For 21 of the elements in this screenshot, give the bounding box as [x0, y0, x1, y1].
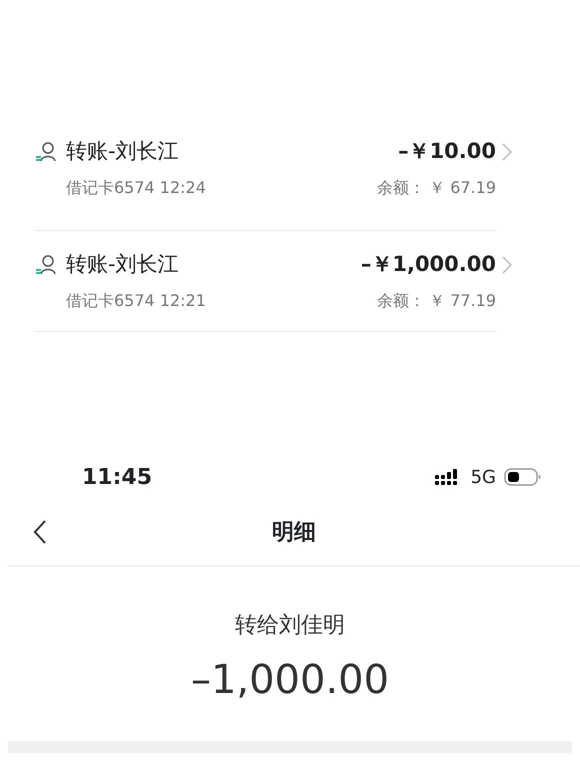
back-button[interactable]	[32, 519, 48, 545]
balance-label: 余额：	[377, 290, 426, 312]
detail-amount: –1,000.00	[190, 656, 390, 705]
status-time: 11:45	[82, 464, 152, 492]
card-time-text: 借记卡6574 12:24	[66, 176, 206, 198]
chevron-right-icon[interactable]	[502, 256, 512, 274]
page-title: 明细	[272, 518, 316, 546]
transaction-amount: –￥10.00	[398, 138, 496, 165]
balance-label: 余额：	[377, 176, 426, 198]
chevron-right-icon[interactable]	[502, 142, 512, 161]
transaction-title: 转账-刘长江	[66, 251, 179, 278]
battery-icon	[504, 467, 542, 487]
transaction-amount: –￥1,000.00	[360, 251, 496, 278]
transaction-title: 转账-刘长江	[66, 138, 179, 165]
balance-value: ￥ 67.19	[429, 176, 496, 198]
payee-name: 转给刘佳明	[235, 612, 345, 640]
card-time-text: 借记卡6574 12:21	[66, 290, 206, 312]
person-icon	[34, 252, 58, 277]
balance-value: ￥ 77.19	[429, 290, 496, 312]
network-label: 5G	[470, 466, 496, 490]
person-icon	[34, 140, 58, 164]
